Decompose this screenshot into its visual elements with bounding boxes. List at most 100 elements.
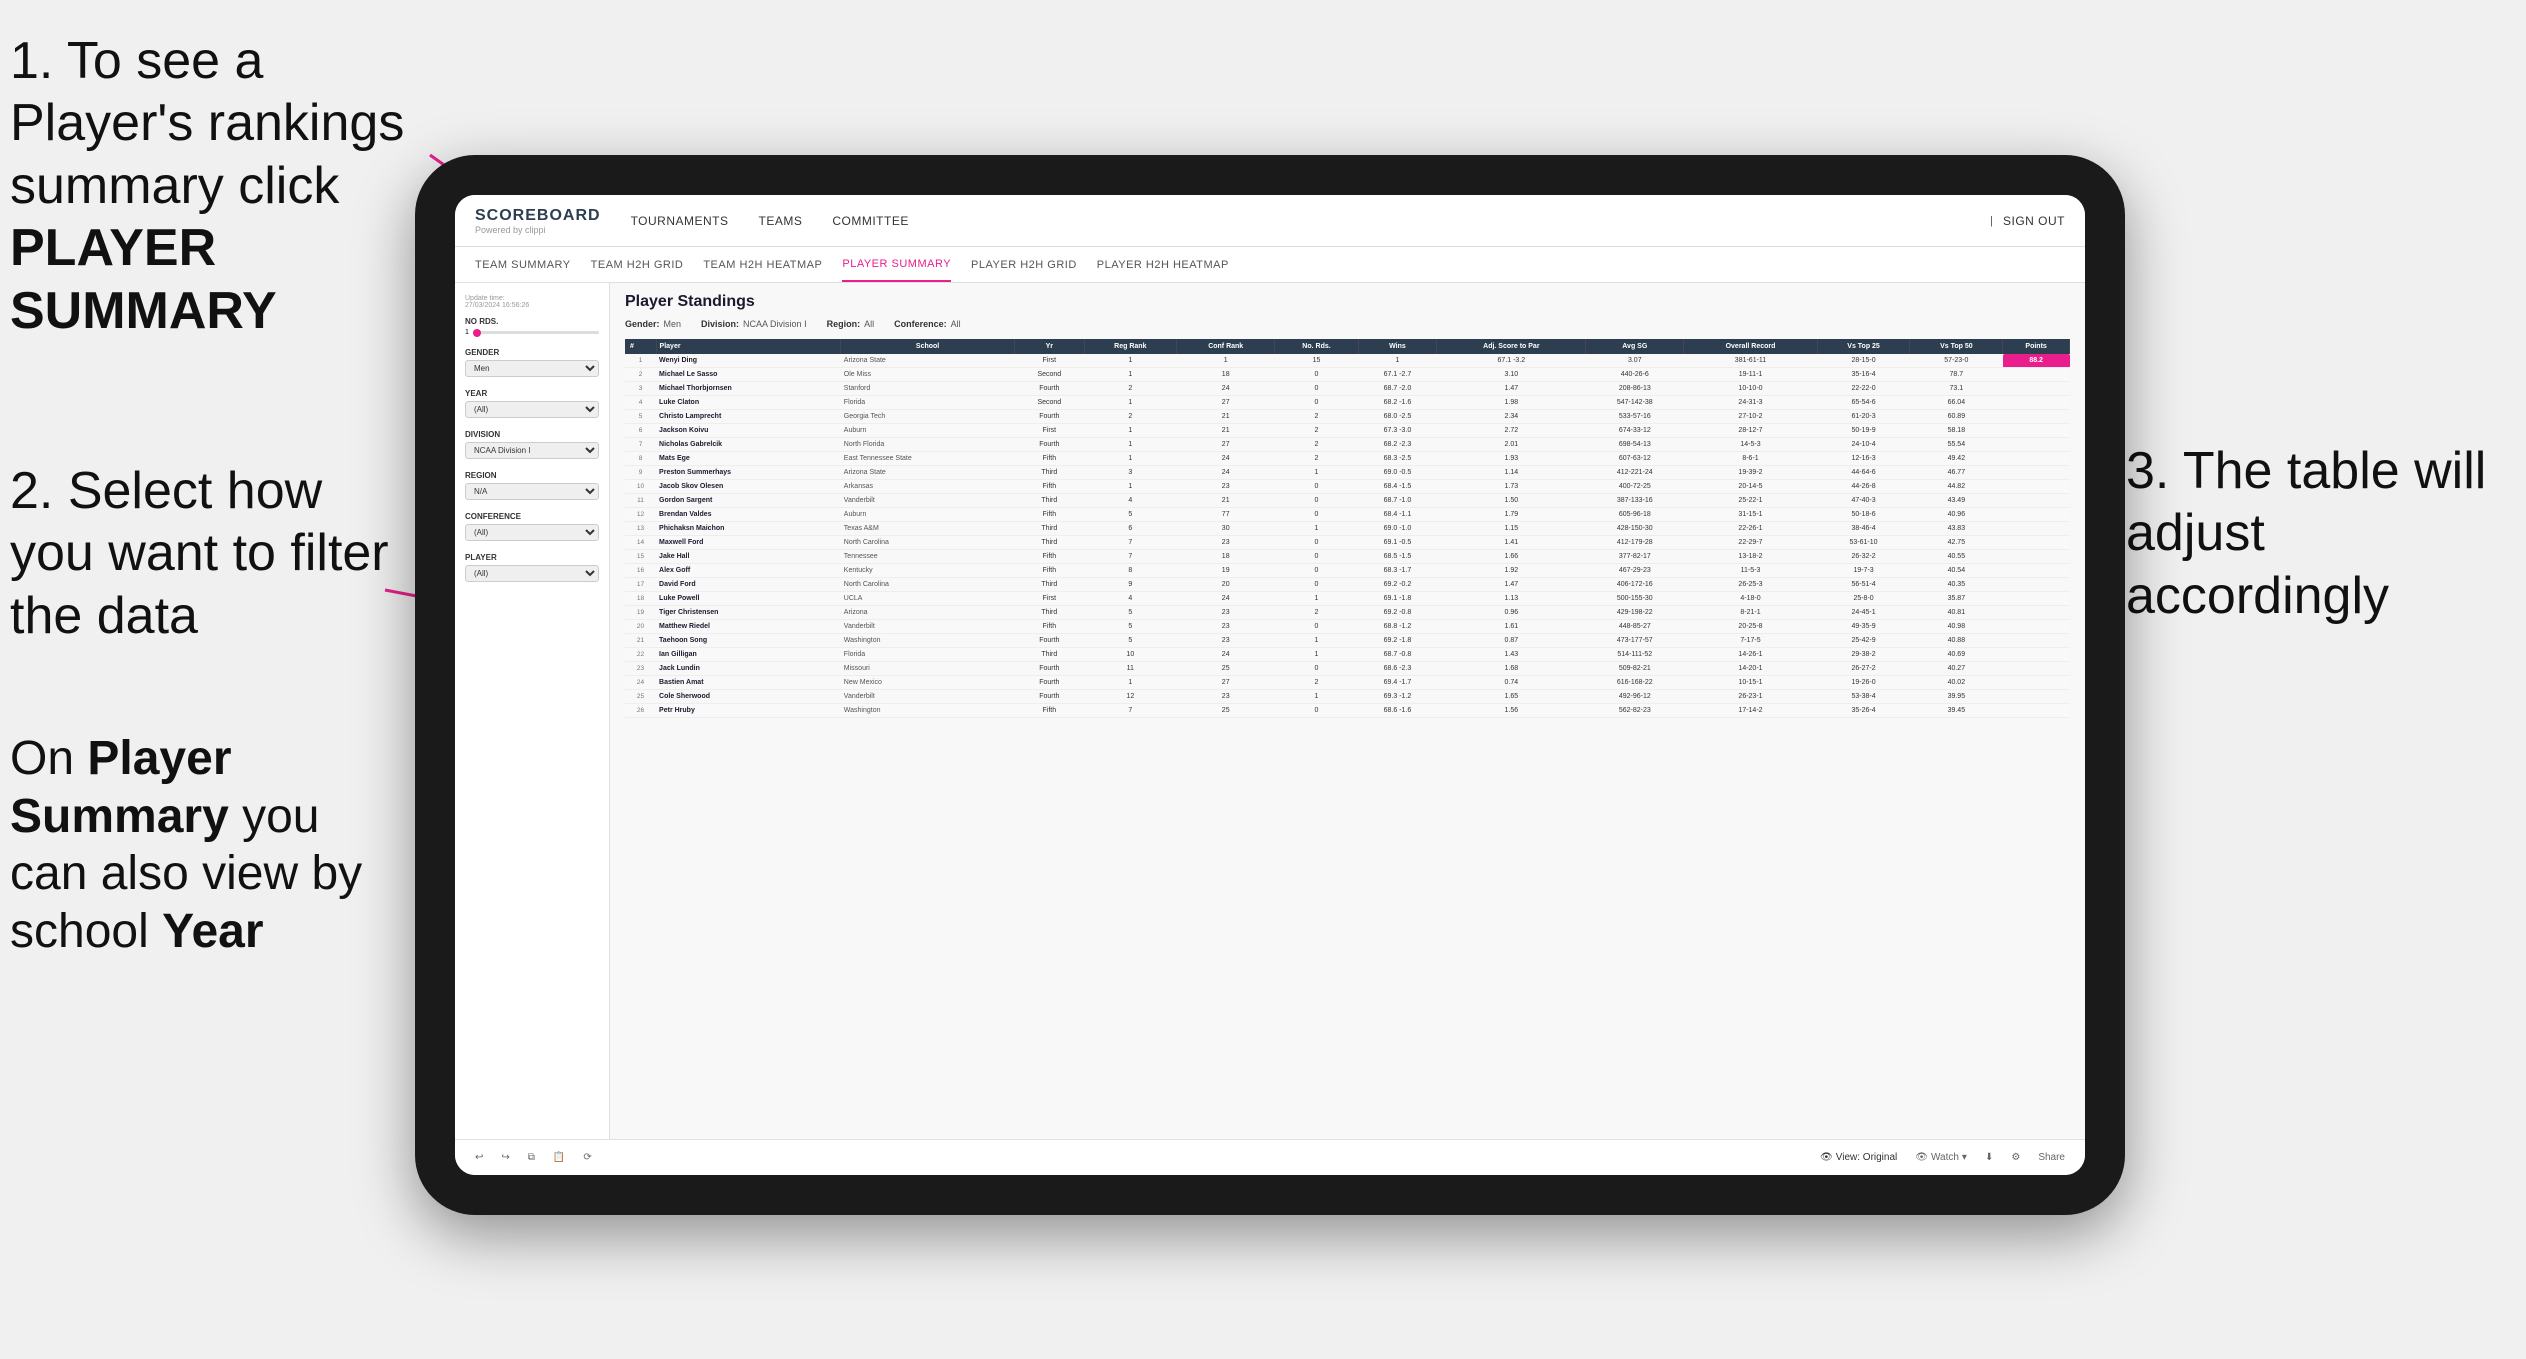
col-header-wins: Wins bbox=[1358, 339, 1437, 354]
main-content: Update time: 27/03/2024 16:56:26 No Rds.… bbox=[455, 283, 2085, 1139]
sidebar-section-player: Player (All) bbox=[465, 553, 599, 582]
filter-row: Gender: Men Division: NCAA Division I Re… bbox=[625, 319, 2070, 329]
col-header-overall-record: Overall Record bbox=[1684, 339, 1817, 354]
nav-item-teams[interactable]: TEAMS bbox=[759, 210, 803, 232]
filter-region: Region: All bbox=[827, 319, 875, 329]
logo-scoreboard: SCOREBOARD bbox=[475, 207, 601, 225]
annotation-step3: 3. The table will adjust accordingly bbox=[2126, 440, 2506, 627]
tablet-device: SCOREBOARD Powered by clippi TOURNAMENTS… bbox=[415, 155, 2125, 1215]
slider-thumb[interactable] bbox=[473, 329, 481, 337]
table-row[interactable]: 8Mats EgeEast Tennessee StateFifth124268… bbox=[625, 452, 2070, 466]
annotation-step-bottom: On Player Summary you can also view by s… bbox=[10, 730, 390, 960]
sidebar-section-region: Region N/A bbox=[465, 471, 599, 500]
filter-gender: Gender: Men bbox=[625, 319, 681, 329]
conference-select[interactable]: (All) bbox=[465, 524, 599, 541]
player-standings-table: # Player School Yr Reg Rank Conf Rank No… bbox=[625, 339, 2070, 718]
sidebar: Update time: 27/03/2024 16:56:26 No Rds.… bbox=[455, 283, 610, 1139]
table-row[interactable]: 2Michael Le SassoOle MissSecond118067.1 … bbox=[625, 368, 2070, 382]
table-row[interactable]: 24Bastien AmatNew MexicoFourth127269.4 -… bbox=[625, 676, 2070, 690]
table-row[interactable]: 11Gordon SargentVanderbiltThird421068.7 … bbox=[625, 494, 2070, 508]
toolbar-share[interactable]: Share bbox=[2033, 1149, 2070, 1166]
nav-item-committee[interactable]: COMMITTEE bbox=[832, 210, 909, 232]
nav-pipe: | bbox=[1990, 215, 1993, 227]
col-header-vs-top50: Vs Top 50 bbox=[1910, 339, 2003, 354]
filter-division: Division: NCAA Division I bbox=[701, 319, 807, 329]
player-select[interactable]: (All) bbox=[465, 565, 599, 582]
nav-right: | Sign out bbox=[1990, 210, 2065, 232]
table-row[interactable]: 19Tiger ChristensenArizonaThird523269.2 … bbox=[625, 606, 2070, 620]
sidebar-section-gender: Gender Men bbox=[465, 348, 599, 377]
sidebar-section-no-rds: No Rds. 1 bbox=[465, 317, 599, 336]
table-row[interactable]: 18Luke PowellUCLAFirst424169.1 -1.81.135… bbox=[625, 592, 2070, 606]
col-header-yr: Yr bbox=[1014, 339, 1084, 354]
table-row[interactable]: 1Wenyi DingArizona StateFirst1115167.1 -… bbox=[625, 354, 2070, 368]
table-row[interactable]: 17David FordNorth CarolinaThird920069.2 … bbox=[625, 578, 2070, 592]
table-row[interactable]: 12Brendan ValdesAuburnFifth577068.4 -1.1… bbox=[625, 508, 2070, 522]
logo-sub: Powered by clippi bbox=[475, 225, 601, 235]
table-row[interactable]: 14Maxwell FordNorth CarolinaThird723069.… bbox=[625, 536, 2070, 550]
annotation-step2: 2. Select how you want to filter the dat… bbox=[10, 460, 390, 647]
col-header-no-rds: No. Rds. bbox=[1275, 339, 1358, 354]
filter-conference: Conference: All bbox=[894, 319, 961, 329]
tablet-screen: SCOREBOARD Powered by clippi TOURNAMENTS… bbox=[455, 195, 2085, 1175]
table-title: Player Standings bbox=[625, 293, 2070, 311]
toolbar-copy[interactable]: ⧉ bbox=[523, 1149, 540, 1166]
table-area: Player Standings Gender: Men Division: N… bbox=[610, 283, 2085, 1139]
region-select[interactable]: N/A bbox=[465, 483, 599, 500]
table-header-row: # Player School Yr Reg Rank Conf Rank No… bbox=[625, 339, 2070, 354]
logo-area: SCOREBOARD Powered by clippi bbox=[475, 207, 601, 235]
table-row[interactable]: 16Alex GoffKentuckyFifth819068.3 -1.71.9… bbox=[625, 564, 2070, 578]
col-header-avg-sg: Avg SG bbox=[1586, 339, 1684, 354]
division-select[interactable]: NCAA Division I bbox=[465, 442, 599, 459]
nav-sign-out[interactable]: Sign out bbox=[2003, 210, 2065, 232]
table-row[interactable]: 25Cole SherwoodVanderbiltFourth1223169.3… bbox=[625, 690, 2070, 704]
table-row[interactable]: 15Jake HallTennesseeFifth718068.5 -1.51.… bbox=[625, 550, 2070, 564]
sidebar-section-division: Division NCAA Division I bbox=[465, 430, 599, 459]
no-rds-slider-row: 1 bbox=[465, 329, 599, 336]
sub-nav-player-h2h-grid[interactable]: PLAYER H2H GRID bbox=[971, 247, 1077, 282]
table-row[interactable]: 21Taehoon SongWashingtonFourth523169.2 -… bbox=[625, 634, 2070, 648]
sub-nav-team-h2h-grid[interactable]: TEAM H2H GRID bbox=[591, 247, 684, 282]
table-row[interactable]: 4Luke ClatonFloridaSecond127068.2 -1.61.… bbox=[625, 396, 2070, 410]
col-header-points: Points bbox=[2003, 339, 2070, 354]
col-header-player: Player bbox=[656, 339, 841, 354]
bottom-toolbar: ↩ ↪ ⧉ 📋 ⟳ 👁 View: Original 👁 Watch ▾ ⬇ ⚙… bbox=[455, 1139, 2085, 1175]
table-row[interactable]: 22Ian GilliganFloridaThird1024168.7 -0.8… bbox=[625, 648, 2070, 662]
gender-select[interactable]: Men bbox=[465, 360, 599, 377]
toolbar-export[interactable]: ⬇ bbox=[1980, 1149, 1998, 1166]
table-row[interactable]: 9Preston SummerhaysArizona StateThird324… bbox=[625, 466, 2070, 480]
toolbar-view-original[interactable]: 👁 View: Original bbox=[1815, 1149, 1902, 1166]
year-select[interactable]: (All) bbox=[465, 401, 599, 418]
toolbar-refresh[interactable]: ⟳ bbox=[578, 1149, 596, 1166]
sub-nav-player-summary[interactable]: PLAYER SUMMARY bbox=[842, 247, 951, 282]
table-row[interactable]: 23Jack LundinMissouriFourth1125068.6 -2.… bbox=[625, 662, 2070, 676]
col-header-school: School bbox=[841, 339, 1015, 354]
sub-nav-team-h2h-heatmap[interactable]: TEAM H2H HEATMAP bbox=[703, 247, 822, 282]
toolbar-undo[interactable]: ↩ bbox=[470, 1149, 488, 1166]
table-row[interactable]: 7Nicholas GabrelcikNorth FloridaFourth12… bbox=[625, 438, 2070, 452]
toolbar-settings[interactable]: ⚙ bbox=[2006, 1149, 2025, 1166]
table-row[interactable]: 3Michael ThorbjornsenStanfordFourth22406… bbox=[625, 382, 2070, 396]
nav-items: TOURNAMENTS TEAMS COMMITTEE bbox=[631, 210, 1991, 232]
toolbar-paste[interactable]: 📋 bbox=[548, 1149, 570, 1166]
table-row[interactable]: 6Jackson KoivuAuburnFirst121267.3 -3.02.… bbox=[625, 424, 2070, 438]
sub-nav-team-summary[interactable]: TEAM SUMMARY bbox=[475, 247, 571, 282]
col-header-rank: # bbox=[625, 339, 656, 354]
sidebar-section-conference: Conference (All) bbox=[465, 512, 599, 541]
table-row[interactable]: 5Christo LamprechtGeorgia TechFourth2212… bbox=[625, 410, 2070, 424]
col-header-adj-score: Adj. Score to Par bbox=[1437, 339, 1586, 354]
nav-item-tournaments[interactable]: TOURNAMENTS bbox=[631, 210, 729, 232]
annotation-step1: 1. To see a Player's rankings summary cl… bbox=[10, 30, 430, 342]
sub-nav: TEAM SUMMARY TEAM H2H GRID TEAM H2H HEAT… bbox=[455, 247, 2085, 283]
table-row[interactable]: 20Matthew RiedelVanderbiltFifth523068.8 … bbox=[625, 620, 2070, 634]
col-header-reg-rank: Reg Rank bbox=[1084, 339, 1176, 354]
update-time: Update time: 27/03/2024 16:56:26 bbox=[465, 295, 599, 309]
sub-nav-player-h2h-heatmap[interactable]: PLAYER H2H HEATMAP bbox=[1097, 247, 1229, 282]
col-header-vs-top25: Vs Top 25 bbox=[1817, 339, 1910, 354]
toolbar-watch[interactable]: 👁 Watch ▾ bbox=[1910, 1149, 1972, 1166]
no-rds-slider[interactable] bbox=[473, 331, 599, 334]
table-row[interactable]: 13Phichaksn MaichonTexas A&MThird630169.… bbox=[625, 522, 2070, 536]
toolbar-redo[interactable]: ↪ bbox=[496, 1149, 514, 1166]
table-row[interactable]: 26Petr HrubyWashingtonFifth725068.6 -1.6… bbox=[625, 704, 2070, 718]
table-row[interactable]: 10Jacob Skov OlesenArkansasFifth123068.4… bbox=[625, 480, 2070, 494]
